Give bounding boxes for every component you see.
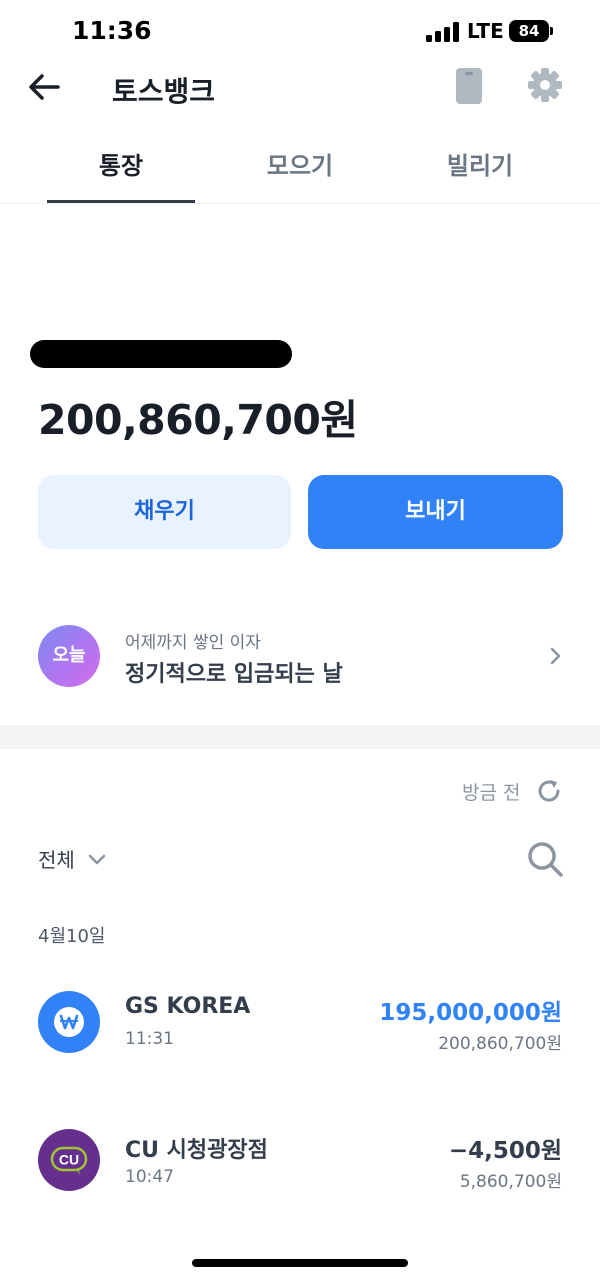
refresh-button[interactable] (534, 776, 564, 806)
tab-account[interactable]: 통장 (46, 146, 196, 181)
section-divider (0, 725, 600, 749)
chevron-right-icon (550, 647, 561, 665)
signal-icon (426, 22, 460, 42)
svg-text:CU: CU (59, 1152, 79, 1168)
search-icon (528, 842, 563, 877)
transaction-name: GS KOREA (125, 994, 251, 1019)
transaction-row[interactable]: GS KOREA 11:31 195,000,000원 200,860,700원 (0, 991, 600, 1071)
home-indicator (192, 1259, 408, 1267)
transaction-balance: 200,860,700원 (438, 1034, 562, 1054)
transaction-amount: 195,000,000원 (379, 1000, 562, 1026)
today-badge: 오늘 (38, 625, 100, 687)
filter-dropdown[interactable]: 전체 (38, 844, 106, 874)
filter-label: 전체 (38, 848, 75, 872)
network-type: LTE (467, 19, 504, 43)
interest-banner[interactable]: 오늘 어제까지 쌓인 이자 정기적으로 입금되는 날 (0, 620, 600, 694)
transaction-time: 11:31 (125, 1029, 174, 1049)
page-title: 토스뱅크 (112, 75, 216, 108)
tab-savings[interactable]: 모으기 (225, 146, 375, 181)
cu-logo: CU (38, 1129, 100, 1191)
battery-icon: 84 (509, 20, 549, 42)
redacted-account-name (30, 340, 292, 368)
status-time: 11:36 (72, 16, 152, 45)
transaction-amount: −4,500원 (448, 1138, 562, 1164)
app-header: 토스뱅크 (0, 62, 600, 122)
tab-loans[interactable]: 빌리기 (405, 146, 555, 181)
date-group-label: 4월10일 (38, 926, 106, 947)
back-button[interactable] (22, 64, 68, 110)
interest-title: 정기적으로 입금되는 날 (125, 662, 343, 687)
last-updated-label: 방금 전 (462, 782, 521, 804)
search-button[interactable] (524, 838, 566, 880)
transaction-name: CU 시청광장점 (125, 1138, 268, 1163)
settings-button[interactable] (522, 62, 568, 108)
send-button[interactable]: 보내기 (308, 475, 563, 549)
status-bar: 11:36 LTE 84 (0, 0, 600, 62)
transaction-row[interactable]: CU CU 시청광장점 10:47 −4,500원 5,860,700원 (0, 1129, 600, 1209)
account-balance: 200,860,700원 (38, 396, 358, 444)
card-icon (456, 68, 482, 104)
won-icon (38, 991, 100, 1053)
gear-icon (528, 68, 562, 102)
fill-button[interactable]: 채우기 (38, 475, 291, 549)
refresh-icon (538, 780, 560, 802)
chevron-down-icon (88, 854, 106, 864)
transaction-balance: 5,860,700원 (459, 1172, 562, 1192)
interest-subtitle: 어제까지 쌓인 이자 (125, 633, 261, 653)
active-tab-indicator (47, 200, 195, 203)
tab-bar: 통장 모으기 빌리기 (0, 128, 600, 204)
back-arrow-icon (29, 74, 60, 100)
battery-tip (550, 27, 553, 35)
card-button[interactable] (450, 64, 490, 108)
transaction-time: 10:47 (125, 1167, 174, 1187)
